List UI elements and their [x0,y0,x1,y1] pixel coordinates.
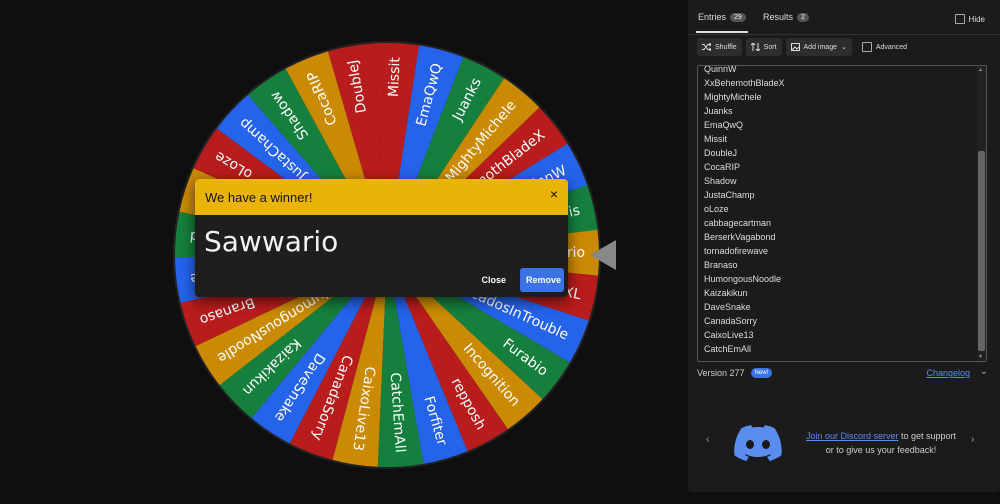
scroll-down-icon[interactable]: ▼ [978,354,983,360]
tab-entries-label: Entries [698,12,727,22]
advanced-label: Advanced [875,43,907,51]
next-arrow-icon[interactable]: › [971,434,974,445]
discord-link[interactable]: Join our Discord server [806,431,899,441]
list-item: cabbagecartman [704,218,772,228]
advanced-toggle[interactable]: Advanced [861,42,907,52]
list-item: oLoze [704,204,729,214]
discord-icon [734,425,782,461]
entries-textarea[interactable]: QuinnW XxBehemothBladeX MightyMichele Juank… [697,65,987,362]
hide-checkbox[interactable] [954,14,965,24]
add-image-button[interactable]: Add image ⌄ [785,38,852,56]
discord-banner: ‹ Join our Discord server to get support… [688,420,1000,461]
winner-dialog-header: We have a winner! × [195,179,568,215]
list-item: tornadofirewave [704,246,769,256]
scroll-up-icon[interactable]: ▲ [978,67,983,73]
list-item: Kaizakikun [704,288,748,298]
list-item: Missit [704,134,727,144]
chevron-down-icon[interactable]: ⌄ [980,366,988,377]
changelog-link[interactable]: Changelog [926,368,970,378]
entries-scrollbar[interactable]: ▲ ▼ [977,66,986,361]
list-item: HumongousNoodle [704,274,782,284]
discord-message: Join our Discord server to get support o… [796,429,966,457]
winner-dialog: We have a winner! × Sawwario Close Remov… [195,179,568,297]
chevron-down-icon: ⌄ [840,44,847,51]
winner-dialog-title: We have a winner! [205,189,313,205]
hide-toggle[interactable]: Hide [954,14,985,24]
close-icon[interactable]: × [550,186,558,202]
wheel-pointer-icon [590,240,616,270]
version-label: Version 277 [697,368,745,378]
remove-button[interactable]: Remove [520,268,564,292]
prev-arrow-icon[interactable]: ‹ [706,434,709,445]
shuffle-label: Shuffle [715,43,737,51]
shuffle-icon [702,43,711,51]
discord-text-2: or to give us your feedback! [825,445,937,455]
advanced-checkbox[interactable] [861,42,872,52]
list-item: BerserkVagabond [704,232,776,242]
list-item: DaveSnake [704,302,751,312]
list-item: XxBehemothBladeX [704,78,785,88]
tab-results[interactable]: Results 2 [763,12,809,22]
entries-count-badge: 29 [730,12,746,22]
entries-toolbar: Shuffle Sort Add image ⌄ Advanced [697,38,907,56]
list-item: Shadow [704,176,737,186]
list-item: MightyMichele [704,92,762,102]
new-badge: New! [750,368,773,378]
discord-text-1: to get support [898,431,957,441]
active-tab-indicator [696,31,748,33]
wheel-segment-label: Missit [386,56,404,97]
list-item: CanadaSorry [704,316,758,326]
shuffle-button[interactable]: Shuffle [697,38,742,56]
list-item: EmaQwQ [704,120,744,130]
close-button[interactable]: Close [473,269,514,291]
entries-list: QuinnW XxBehemothBladeX MightyMichele Juank… [704,65,785,356]
side-panel: Entries 29 Results 2 Hide Shuffle Sort A… [688,0,1000,492]
list-item: Juanks [704,106,733,116]
add-image-label: Add image [803,43,837,51]
tab-results-label: Results [763,12,794,22]
winner-name: Sawwario [204,225,339,258]
list-item: JustaChamp [704,190,755,200]
sort-icon [750,43,760,51]
list-item: DoubleJ [704,148,738,158]
list-item: CatchEmAll [704,344,752,354]
results-count-badge: 2 [797,12,809,22]
hide-label: Hide [968,14,985,24]
sort-label: Sort [763,43,777,51]
list-item: QuinnW [704,65,737,74]
list-item: CaixoLive13 [704,330,754,340]
version-info: Version 277 New! [697,368,773,378]
list-item: Branaso [704,260,738,270]
tab-entries[interactable]: Entries 29 [698,12,746,22]
list-item: CocaRIP [704,162,741,172]
image-icon [790,43,800,51]
sort-button[interactable]: Sort [745,38,782,56]
panel-tabs: Entries 29 Results 2 Hide [688,0,1000,35]
scrollbar-thumb[interactable] [978,151,985,351]
